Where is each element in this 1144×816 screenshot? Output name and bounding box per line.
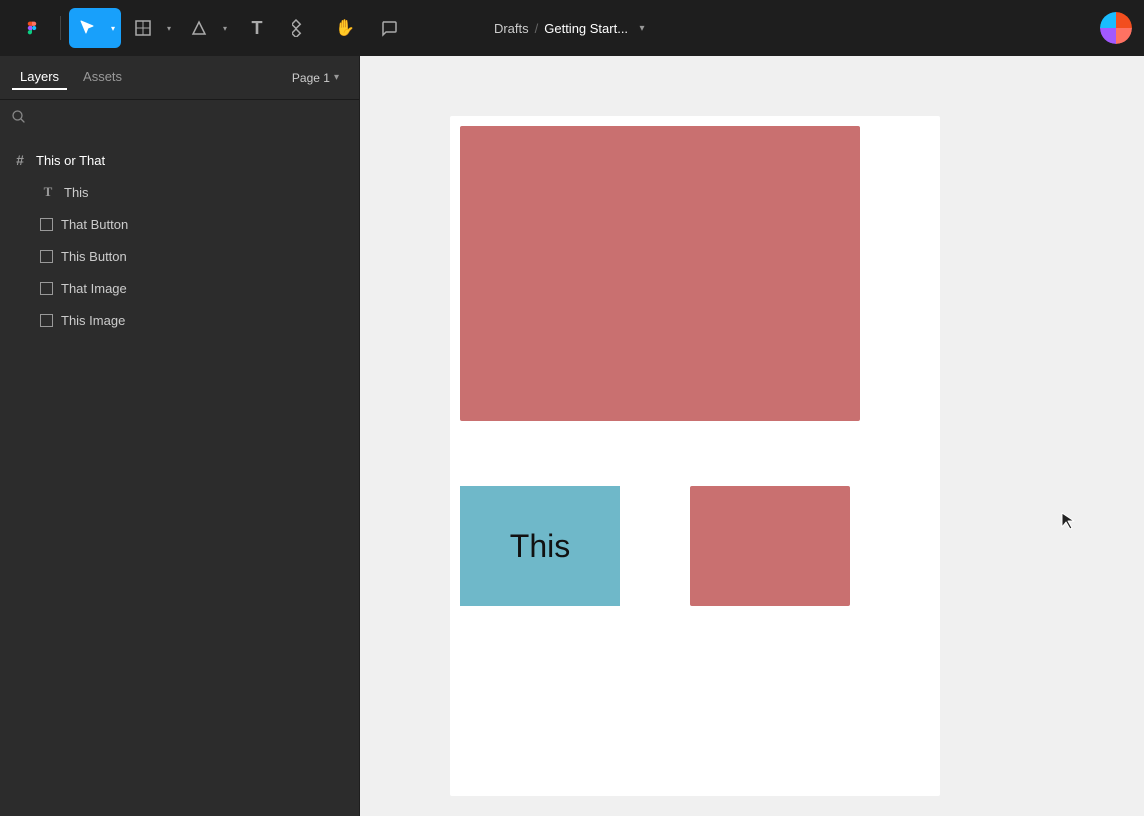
page-selector-label: Page 1 <box>292 71 330 85</box>
panel-search-bar <box>0 100 359 136</box>
layer-item-this[interactable]: T This <box>0 176 359 208</box>
that-button-element[interactable] <box>690 486 850 606</box>
layer-label-this-or-that: This or That <box>36 153 105 168</box>
toolbar-divider-1 <box>60 16 61 40</box>
hand-tool[interactable]: ✋ <box>325 8 365 48</box>
tab-assets[interactable]: Assets <box>75 65 130 90</box>
toolbar-right <box>1100 12 1132 44</box>
breadcrumb-drafts[interactable]: Drafts <box>494 21 529 36</box>
frame-layer-icon-3 <box>40 282 53 295</box>
layer-label-that-button: That Button <box>61 217 128 232</box>
breadcrumb-current[interactable]: Getting Start... <box>544 21 628 36</box>
canvas-frame: This <box>450 116 940 796</box>
toolbar-left: ▾ ▾ ▾ T <box>12 8 409 48</box>
select-tool-arrow[interactable]: ▾ <box>105 8 121 48</box>
left-panel: Layers Assets Page 1 ▾ # This or That <box>0 56 360 816</box>
breadcrumb-chevron-icon[interactable]: ▾ <box>634 20 650 36</box>
shape-tool-arrow[interactable]: ▾ <box>217 8 233 48</box>
select-tool-icon <box>69 8 105 48</box>
breadcrumb: Drafts / Getting Start... ▾ <box>494 20 650 36</box>
layer-item-that-button[interactable]: That Button <box>0 208 359 240</box>
frame-layer-icon-1 <box>40 218 53 231</box>
breadcrumb-separator: / <box>535 21 539 36</box>
shape-tool-icon <box>181 8 217 48</box>
frame-tool-arrow[interactable]: ▾ <box>161 8 177 48</box>
panel-tabs: Layers Assets <box>12 65 284 90</box>
frame-layer-icon-2 <box>40 250 53 263</box>
that-image-element[interactable] <box>460 126 860 421</box>
layers-header: Layers Assets Page 1 ▾ <box>0 56 359 100</box>
text-tool[interactable]: T <box>237 8 277 48</box>
page-selector-chevron: ▾ <box>334 72 339 83</box>
tab-layers[interactable]: Layers <box>12 65 67 90</box>
layers-list: # This or That T This That Button This B… <box>0 136 359 816</box>
layer-label-this-button: This Button <box>61 249 127 264</box>
page-selector[interactable]: Page 1 ▾ <box>284 67 347 89</box>
this-button-element[interactable]: This <box>460 486 620 606</box>
avatar[interactable] <box>1100 12 1132 44</box>
this-text-label: This <box>510 528 570 565</box>
layer-item-this-or-that[interactable]: # This or That <box>0 144 359 176</box>
components-tool[interactable] <box>281 8 321 48</box>
layer-item-this-button[interactable]: This Button <box>0 240 359 272</box>
figma-logo-button[interactable] <box>12 8 52 48</box>
select-tool[interactable]: ▾ <box>69 8 121 48</box>
text-layer-icon: T <box>40 184 56 200</box>
frame-tool[interactable]: ▾ <box>125 8 177 48</box>
layer-label-that-image: That Image <box>61 281 127 296</box>
canvas-area[interactable]: This <box>360 56 1144 816</box>
frame-layer-icon-4 <box>40 314 53 327</box>
toolbar: ▾ ▾ ▾ T <box>0 0 1144 56</box>
layer-item-this-image[interactable]: This Image <box>0 304 359 336</box>
frame-tool-icon <box>125 8 161 48</box>
avatar-image <box>1100 12 1132 44</box>
main-area: Layers Assets Page 1 ▾ # This or That <box>0 56 1144 816</box>
comment-tool[interactable] <box>369 8 409 48</box>
cursor-indicator <box>1060 511 1076 536</box>
layer-item-that-image[interactable]: That Image <box>0 272 359 304</box>
hash-icon: # <box>12 152 28 168</box>
layer-label-this-image: This Image <box>61 313 125 328</box>
shape-tool[interactable]: ▾ <box>181 8 233 48</box>
layer-label-this: This <box>64 185 89 200</box>
search-icon <box>12 110 25 126</box>
